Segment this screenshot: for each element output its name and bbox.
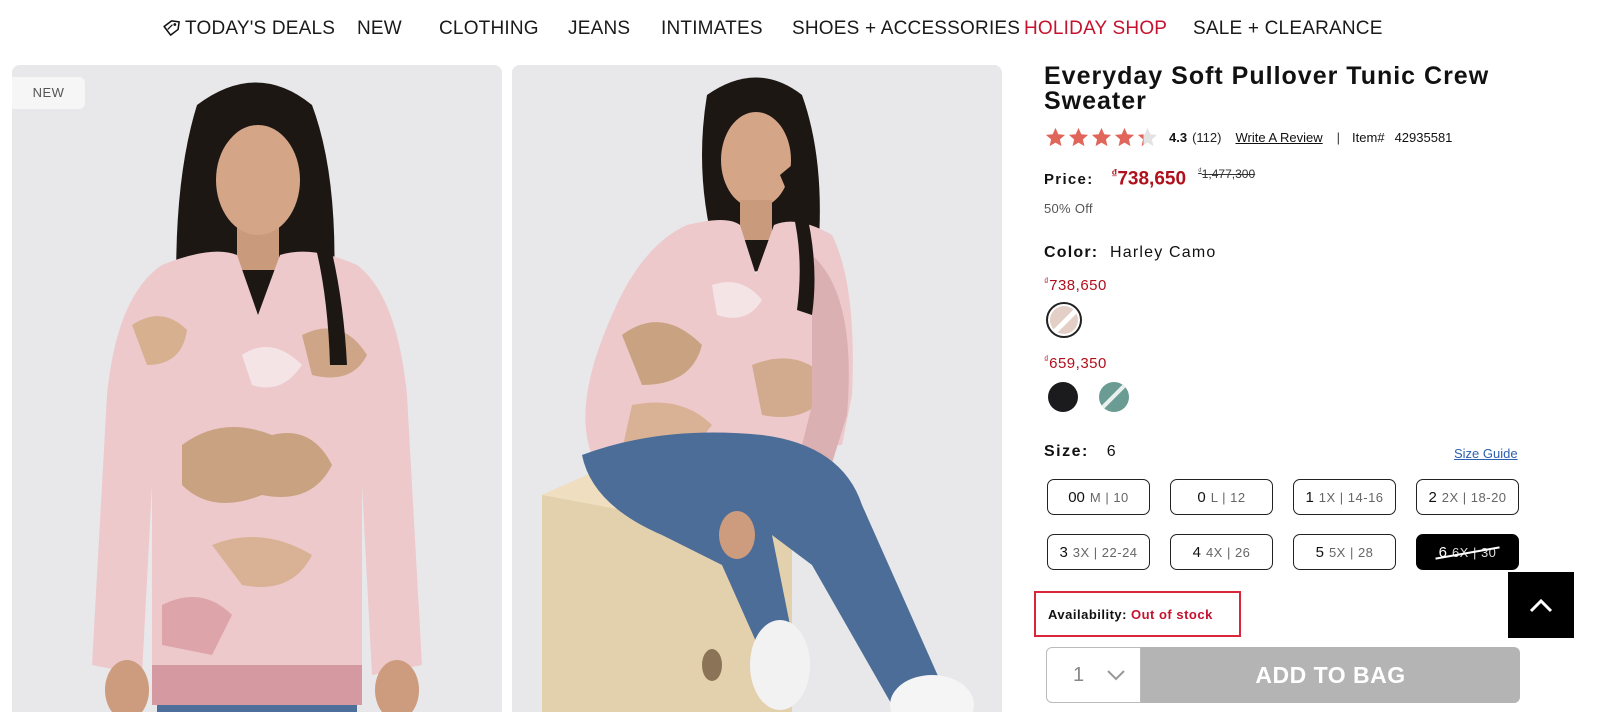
tag-icon [163,20,180,36]
item-number: 42935581 [1394,129,1453,145]
size-option-6-selected[interactable]: 66X | 30 [1416,534,1519,570]
swatch-fill [1048,382,1078,412]
nav-item-shoes-accessories[interactable]: SHOES + ACCESSORIES [792,18,1020,40]
size-option-00[interactable]: 00 M | 10 [1047,479,1150,515]
color-label: Color: [1044,244,1099,261]
color-value: Harley Camo [1109,244,1217,261]
nav-item-holiday-shop[interactable]: HOLIDAY SHOP [1024,18,1167,40]
nav-item-todays-deals[interactable]: TODAY'S DEALS [162,18,335,40]
nav-label: TODAY'S DEALS [185,18,336,39]
product-image-seated[interactable] [512,65,1002,712]
size-alt: 4X | 26 [1205,544,1251,560]
availability-status: Out of stock [1130,606,1213,622]
nav-item-intimates[interactable]: INTIMATES [661,18,763,40]
sale-price-value: 738,650 [1117,168,1187,190]
swatch-stripe [1099,382,1129,411]
size-main: 4 [1192,543,1201,561]
swatch-harley-camo[interactable] [1046,302,1082,338]
nav-item-sale-clearance[interactable]: SALE + CLEARANCE [1193,18,1383,40]
swatch-fill [1099,382,1129,412]
size-alt: M | 10 [1089,489,1129,505]
star-icon [1068,127,1089,146]
model-front-illustration [12,65,502,712]
rating-row: 4.3 (112) Write A Review | Item# 4293558… [1044,124,1452,150]
size-main: 2 [1428,488,1437,506]
size-row: Size: 6 [1044,443,1117,461]
size-label: Size: [1044,443,1089,460]
new-badge: NEW [12,77,85,109]
star-rating[interactable] [1044,126,1159,149]
size-value: 6 [1106,443,1118,460]
chevron-up-icon [1529,598,1553,613]
chevron-down-icon [1107,670,1125,681]
star-icon [1091,127,1112,146]
product-title: Everyday Soft Pullover Tunic Crew Sweate… [1044,62,1490,115]
swatch-fill [1050,306,1078,334]
size-option-2[interactable]: 2 2X | 18-20 [1416,479,1519,515]
variant-price-value: 659,350 [1049,355,1107,372]
original-price: ₫1,477,300 [1198,166,1255,181]
size-guide-link[interactable]: Size Guide [1454,446,1518,461]
swatch-stripe [1050,306,1078,334]
variant-price: ₫659,350 [1044,354,1107,372]
back-to-top-button[interactable] [1508,572,1574,638]
size-option-1[interactable]: 1 1X | 14-16 [1293,479,1396,515]
star-icon [1045,127,1066,146]
add-to-bag-button[interactable]: ADD TO BAG [1141,647,1520,703]
separator: | [1336,129,1341,145]
quantity-select[interactable]: 1 [1046,647,1141,703]
price-row: Price: ₫738,650 ₫1,477,300 [1044,166,1255,190]
sale-price: ₫738,650 [1112,168,1187,190]
size-main: 1 [1305,488,1314,506]
size-alt: 3X | 22-24 [1072,544,1138,560]
nav-item-new[interactable]: NEW [357,18,402,40]
review-count[interactable]: (112) [1192,130,1221,145]
star-half-icon [1137,127,1158,146]
size-main: 00 [1068,488,1085,506]
top-nav: TODAY'S DEALS NEW CLOTHING JEANS INTIMAT… [0,0,1600,58]
size-alt: 1X | 14-16 [1318,489,1384,505]
size-option-3[interactable]: 3 3X | 22-24 [1047,534,1150,570]
size-alt: 5X | 28 [1328,544,1374,560]
swatch-teal-camo[interactable] [1099,382,1129,412]
variant-price: ₫738,650 [1044,276,1107,294]
quantity-value: 1 [1073,663,1085,686]
write-review-link[interactable]: Write A Review [1235,130,1322,145]
size-option-0[interactable]: 0L | 12 [1170,479,1273,515]
item-number-label: Item# [1352,129,1385,145]
nav-item-clothing[interactable]: CLOTHING [439,18,539,40]
model-seated-illustration [512,65,1002,712]
nav-item-jeans[interactable]: JEANS [568,18,630,40]
rating-value: 4.3 [1169,129,1188,145]
size-main: 0 [1197,488,1206,506]
swatch-black[interactable] [1048,382,1078,412]
price-label: Price: [1044,171,1094,189]
size-alt: 2X | 18-20 [1441,489,1507,505]
size-alt: L | 12 [1210,489,1246,505]
size-option-5[interactable]: 5 5X | 28 [1293,534,1396,570]
color-row: Color: Harley Camo [1044,244,1217,262]
size-option-4[interactable]: 4 4X | 26 [1170,534,1273,570]
variant-price-value: 738,650 [1049,277,1107,294]
size-main: 3 [1059,543,1068,561]
original-price-value: 1,477,300 [1201,167,1256,182]
product-image-front[interactable]: NEW [12,65,502,712]
size-main: 5 [1315,543,1324,561]
availability-box: Availability: Out of stock [1034,591,1241,637]
availability-label: Availability: [1048,606,1127,622]
discount-label: 50% Off [1044,201,1093,216]
star-icon [1114,127,1135,146]
